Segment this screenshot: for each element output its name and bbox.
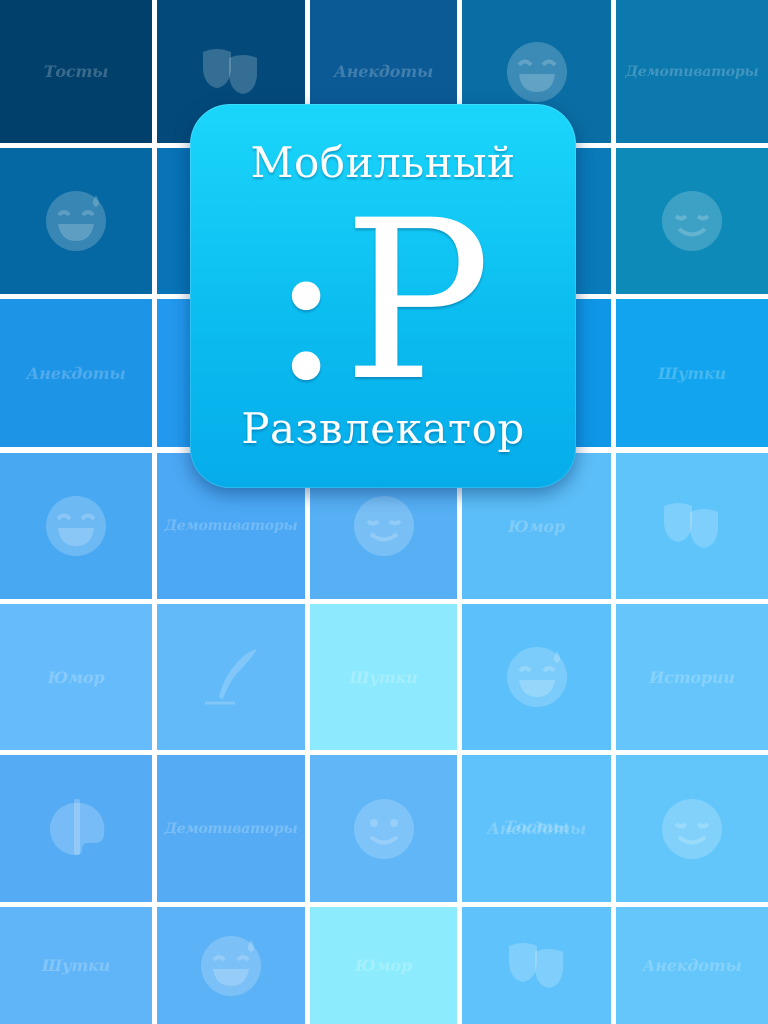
tile-label: Анекдоты [26,363,126,383]
category-tile[interactable] [462,907,611,1024]
category-tile[interactable] [462,604,611,750]
smiling-face-icon [662,191,722,251]
category-tile[interactable]: Анекдоты Тосты [462,755,611,902]
tile-label: Анекдоты [642,956,742,975]
category-tile[interactable]: Истории [616,604,768,750]
category-tile[interactable]: Анекдоты [616,907,768,1024]
logo-text: :P [269,192,491,392]
laughing-face-icon [46,496,106,556]
tile-label: Шутки [657,363,727,383]
smiling-face-icon [353,496,414,556]
theater-masks-icon [664,503,718,548]
category-tile[interactable]: Шутки [0,907,152,1024]
theater-masks-icon [203,48,257,94]
category-tile[interactable] [0,148,152,294]
tile-label: Тосты [43,62,109,81]
tile-label: Анекдоты [333,62,434,81]
category-tile[interactable]: Юмор [310,907,457,1024]
smiling-face-icon [662,798,722,859]
category-tile[interactable]: Демотиваторы [616,0,768,143]
tongue-out-emoticon-logo: :P [269,192,491,392]
tile-label: Юмор [47,667,105,687]
tile-label: Демотиваторы [164,518,298,534]
quill-pen-icon [205,649,257,705]
tile-label: Юмор [508,516,565,536]
app-icon: Мобильный :P Развлекатор [190,104,576,488]
tile-label: Демотиваторы [625,63,759,80]
category-tile[interactable] [0,453,152,599]
palette-icon [50,798,105,855]
tile-label: Юмор [355,956,412,975]
category-tile[interactable] [310,755,457,902]
category-tile[interactable]: Тосты [0,0,152,143]
category-tile[interactable]: Анекдоты [0,299,152,447]
sweat-smile-face-icon [201,935,261,996]
category-tile[interactable]: Юмор [0,604,152,750]
category-tile[interactable] [157,604,305,750]
category-tile[interactable] [157,907,305,1024]
tile-label: Истории [649,667,735,687]
theater-masks-icon [508,942,563,988]
sweat-smile-face-icon [506,647,567,707]
app-title-top: Мобильный [250,138,516,187]
category-tile[interactable]: Демотиваторы [157,755,305,902]
laughing-face-icon [506,41,567,102]
category-tile[interactable]: Шутки [310,604,457,750]
promo-screen: { "app": { "title_top": "Мобильный", "lo… [0,0,768,1024]
smile-face-icon [353,798,414,859]
tile-label: Демотиваторы [164,820,298,837]
category-tile[interactable] [616,755,768,902]
tile-label: Шутки [41,956,111,975]
tile-label: Шутки [349,667,418,687]
category-tile[interactable] [616,453,768,599]
category-tile[interactable] [616,148,768,294]
category-tile[interactable]: Шутки [616,299,768,447]
app-title-bottom: Развлекатор [241,404,525,453]
tile-overlay-label: Тосты [504,817,569,836]
sweat-smile-face-icon [46,191,106,251]
category-tile[interactable] [0,755,152,902]
